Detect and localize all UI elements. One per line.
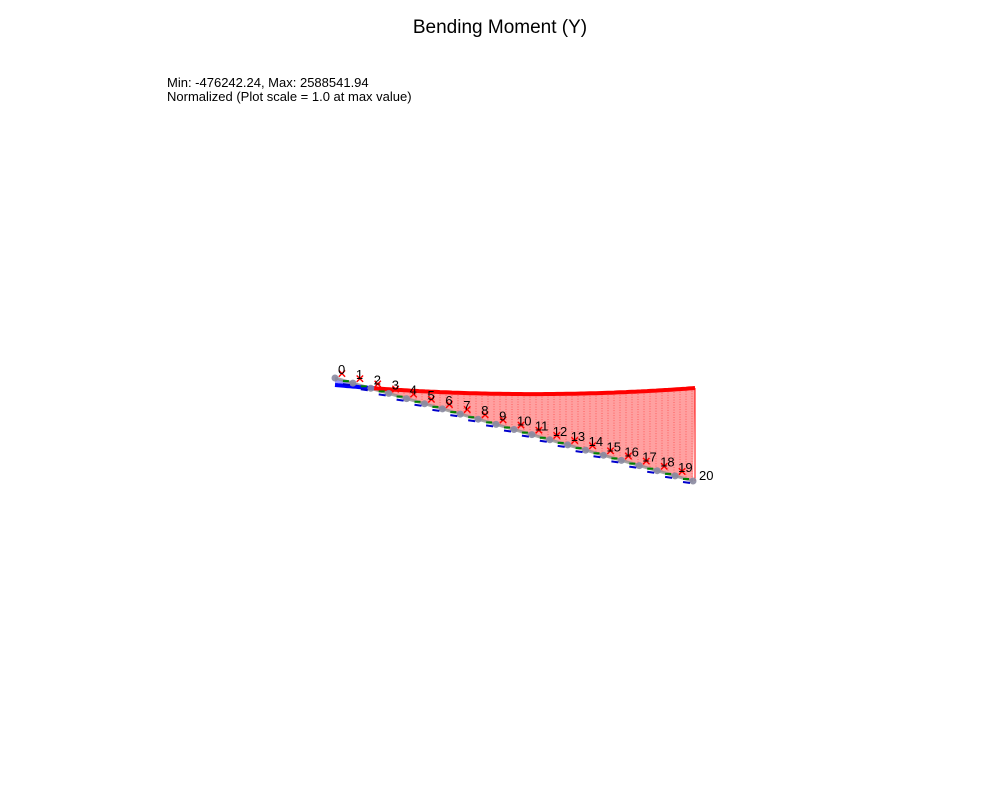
node-label: 0 [338, 362, 345, 377]
axis-arrows-icon [396, 398, 404, 402]
axis-arrows-icon [342, 383, 351, 387]
node-label: 8 [481, 403, 488, 418]
node-label: 2 [374, 372, 381, 387]
axis-arrows-icon [682, 481, 691, 484]
node-label: 7 [463, 398, 470, 413]
axis-arrows-icon [593, 455, 601, 459]
axis-arrows-icon [360, 388, 368, 392]
axis-arrows-icon [485, 424, 494, 428]
axis-arrows-icon [503, 429, 512, 433]
node-label: 10 [517, 414, 531, 429]
plot-canvas: Bending Moment (Y) Min: -476242.24, Max:… [0, 0, 1000, 800]
axis-arrows-icon [611, 460, 619, 464]
node-label: 4 [410, 383, 417, 398]
node-label: 9 [499, 408, 506, 423]
node-label: 16 [624, 444, 638, 459]
axis-arrows-icon [629, 465, 637, 469]
axis-arrows-icon [575, 450, 583, 454]
circle-node-icon [689, 477, 697, 485]
axis-arrows-icon [557, 444, 565, 448]
axis-arrows-icon [647, 470, 655, 474]
node-label: 11 [535, 419, 549, 434]
node-label: 19 [678, 460, 692, 475]
axis-arrows-icon [414, 403, 422, 407]
axis-arrows-icon [539, 439, 547, 443]
node-label: 3 [392, 377, 399, 392]
node-label: 13 [571, 429, 585, 444]
node-label: 5 [428, 388, 435, 403]
axis-arrows-icon [664, 475, 673, 479]
axis-arrows-icon [521, 434, 530, 438]
node-label: 12 [553, 424, 567, 439]
node-label: 15 [607, 439, 621, 454]
node-label: 1 [356, 367, 363, 382]
moment-diagram: 0 1 2 3 4 5 6 7 8 9 10 11 12 13 14 15 16 17 18 1920 [331, 362, 713, 485]
node-label: 17 [642, 450, 656, 465]
node-label: 18 [660, 455, 674, 470]
axis-arrows-icon [378, 393, 386, 397]
axis-arrows-icon [432, 408, 440, 412]
axis-arrows-icon [450, 414, 458, 418]
node-label: 20 [699, 468, 713, 483]
node-label: 6 [445, 393, 452, 408]
node-label: 14 [589, 434, 603, 449]
axis-arrows-icon [468, 419, 476, 423]
